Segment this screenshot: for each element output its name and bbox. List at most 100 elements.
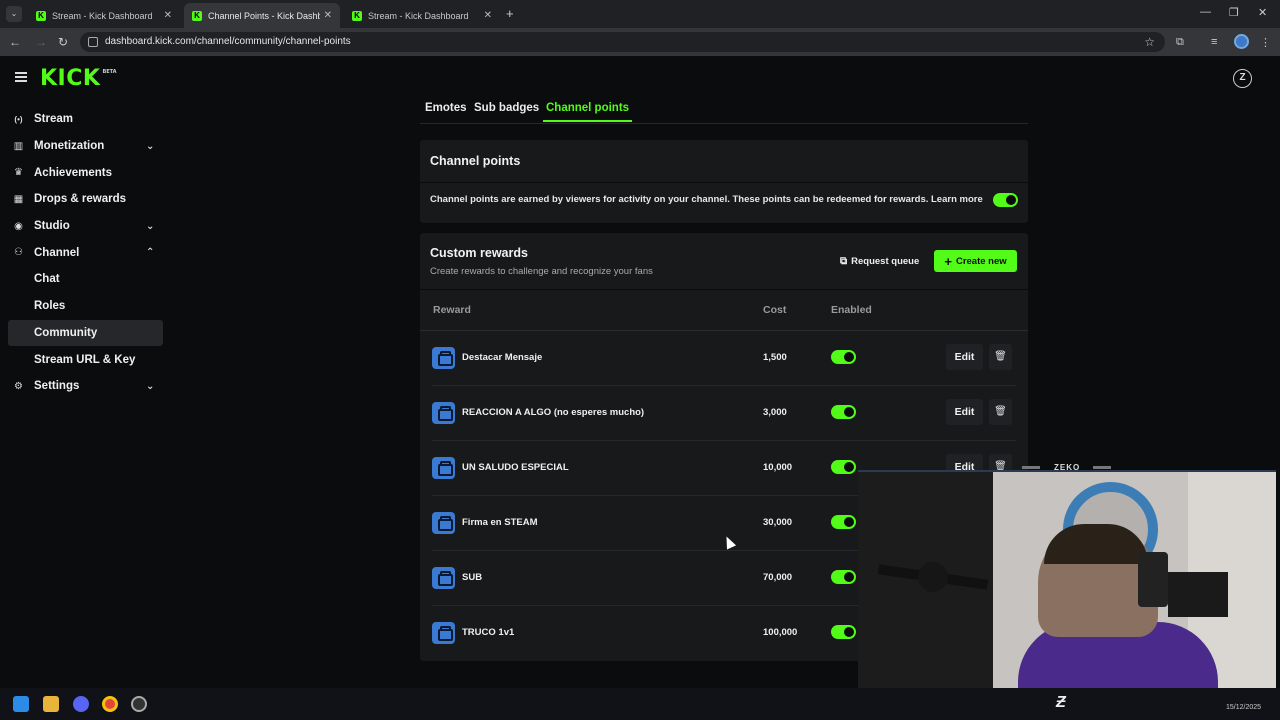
tab-title: Stream - Kick Dashboard [52,10,153,21]
tab-title: Channel Points - Kick Dashboard [208,10,320,21]
site-info-icon[interactable] [88,37,98,47]
reward-chest-icon [432,347,455,369]
user-avatar[interactable]: Z [1233,69,1252,88]
delete-icon[interactable]: 🗑 [989,344,1012,370]
tab-emotes[interactable]: Emotes [425,102,467,114]
custom-rewards-subtitle: Create rewards to challenge and recogniz… [430,266,653,277]
sidebar-item-label: Stream [34,113,73,126]
browser-tab-3[interactable]: K Stream - Kick Dashboard ✕ [344,3,500,28]
create-new-label: Create new [955,255,1007,267]
reward-chest-icon [432,567,455,589]
sidebar-item-label: Settings [34,380,80,393]
hamburger-menu-icon[interactable] [15,72,27,82]
reward-enabled-toggle[interactable] [831,625,856,639]
sidebar-item-monetization[interactable]: ▥ Monetization ⌄ [0,133,170,160]
reading-list-icon[interactable]: ≡ [1211,36,1217,48]
close-tab-icon[interactable]: ✕ [324,10,332,21]
sidebar-item-label: Achievements [34,166,112,179]
sidebar-item-label: Drops & rewards [34,193,127,206]
reward-name: Firma en STEAM [462,517,538,528]
reward-enabled-toggle[interactable] [831,350,856,364]
chevron-up-icon: ⌃ [146,247,155,259]
tab-channel-points[interactable]: Channel points [542,102,633,122]
browser-tab-1[interactable]: K Stream - Kick Dashboard ✕ [28,3,180,28]
sidebar-item-drops-rewards[interactable]: ▦ Drops & rewards [0,186,170,213]
browser-tab-2[interactable]: K Channel Points - Kick Dashboard ✕ [184,3,340,28]
table-row: REACCION A ALGO (no esperes mucho) 3,000… [432,386,1016,441]
taskbar-date: 15/12/2025 [1226,704,1262,711]
browser-profile-icon[interactable] [1234,34,1249,49]
microphone [918,562,948,592]
sidebar-item-stream[interactable]: (•) Stream [0,106,170,133]
reward-cost: 10,000 [763,462,793,473]
reward-enabled-toggle[interactable] [831,405,856,419]
close-tab-icon[interactable]: ✕ [164,10,172,21]
kick-logo[interactable]: KICK BETA [40,66,117,91]
sidebar-item-studio[interactable]: ◉ Studio ⌄ [0,213,170,240]
restore-icon[interactable]: ❐ [1229,6,1239,19]
chart-icon: ▥ [13,140,24,152]
sidebar-item-achievements[interactable]: ♛ Achievements [0,159,170,186]
windows-start-icon[interactable] [13,696,29,712]
reward-cost: 100,000 [763,627,798,638]
close-tab-icon[interactable]: ✕ [484,10,492,21]
dashboard-topbar: KICK BETA Z [0,56,1280,100]
close-window-icon[interactable]: ✕ [1258,6,1267,19]
address-bar-row: ← → ↻ dashboard.kick.com/channel/communi… [0,28,1280,56]
sidebar-item-channel[interactable]: ⚇ Channel ⌃ [0,239,170,266]
browser-tab-strip: ⌄ K Stream - Kick Dashboard ✕ K Channel … [0,0,1280,28]
forward-icon[interactable]: → [35,35,47,49]
extensions-icon[interactable]: ⧉ [1176,36,1184,49]
reward-cost: 30,000 [763,517,793,528]
sidebar-item-stream-url-key[interactable]: Stream URL & Key [0,346,170,373]
column-header-enabled: Enabled [831,304,872,316]
reward-enabled-toggle[interactable] [831,570,856,584]
reward-name: REACCION A ALGO (no esperes mucho) [462,407,645,418]
sidebar-item-chat[interactable]: Chat [0,266,170,293]
broadcast-icon: (•) [14,114,23,124]
community-tabs: Emotes Sub badges Channel points [420,96,1028,124]
beta-badge: BETA [102,69,117,75]
back-icon[interactable]: ← [9,35,21,49]
tab-title: Stream - Kick Dashboard [368,10,469,21]
chevron-down-icon: ⌄ [146,220,155,232]
new-tab-button[interactable]: + [506,6,514,21]
reward-chest-icon [432,457,455,479]
logo-text: KICK [40,66,101,91]
reward-cost: 1,500 [763,352,787,363]
reward-enabled-toggle[interactable] [831,460,856,474]
column-header-cost: Cost [763,304,787,316]
gift-icon: ▦ [13,193,24,205]
edit-button[interactable]: Edit [946,399,983,425]
chrome-icon[interactable] [102,696,118,712]
tab-search-icon[interactable]: ⌄ [6,6,22,22]
url-input[interactable]: dashboard.kick.com/channel/community/cha… [80,32,1165,52]
sidebar-item-community[interactable]: Community [8,319,163,347]
edit-button[interactable]: Edit [946,344,983,370]
sidebar-item-settings[interactable]: ⚙ Settings ⌄ [0,373,170,400]
plus-icon: + [944,253,952,269]
tab-sub-badges[interactable]: Sub badges [474,102,539,114]
url-text: dashboard.kick.com/channel/community/cha… [105,36,351,47]
sidebar-item-roles[interactable]: Roles [0,293,170,320]
sidebar-item-label: Chat [34,273,60,286]
reward-chest-icon [432,512,455,534]
file-explorer-icon[interactable] [43,696,59,712]
reward-cost: 3,000 [763,407,787,418]
chevron-down-icon: ⌄ [146,380,155,392]
channel-points-description: Channel points are earned by viewers for… [430,194,983,205]
delete-icon[interactable]: 🗑 [989,399,1012,425]
reward-enabled-toggle[interactable] [831,515,856,529]
reload-icon[interactable]: ↻ [58,35,68,49]
channel-points-toggle[interactable] [993,193,1018,207]
browser-menu-icon[interactable]: ⋮ [1260,36,1271,49]
app-icon[interactable] [131,696,147,712]
discord-icon[interactable] [73,696,89,712]
kick-favicon-icon: K [192,10,202,21]
rewards-table-header: Reward Cost Enabled [420,289,1028,331]
minimize-icon[interactable]: — [1200,6,1211,18]
bookmark-star-icon[interactable]: ☆ [1144,32,1155,52]
table-row: Destacar Mensaje 1,500 Edit 🗑 [432,331,1016,386]
request-queue-button[interactable]: ⧉ Request queue [836,251,923,272]
create-new-button[interactable]: + Create new [934,250,1017,272]
